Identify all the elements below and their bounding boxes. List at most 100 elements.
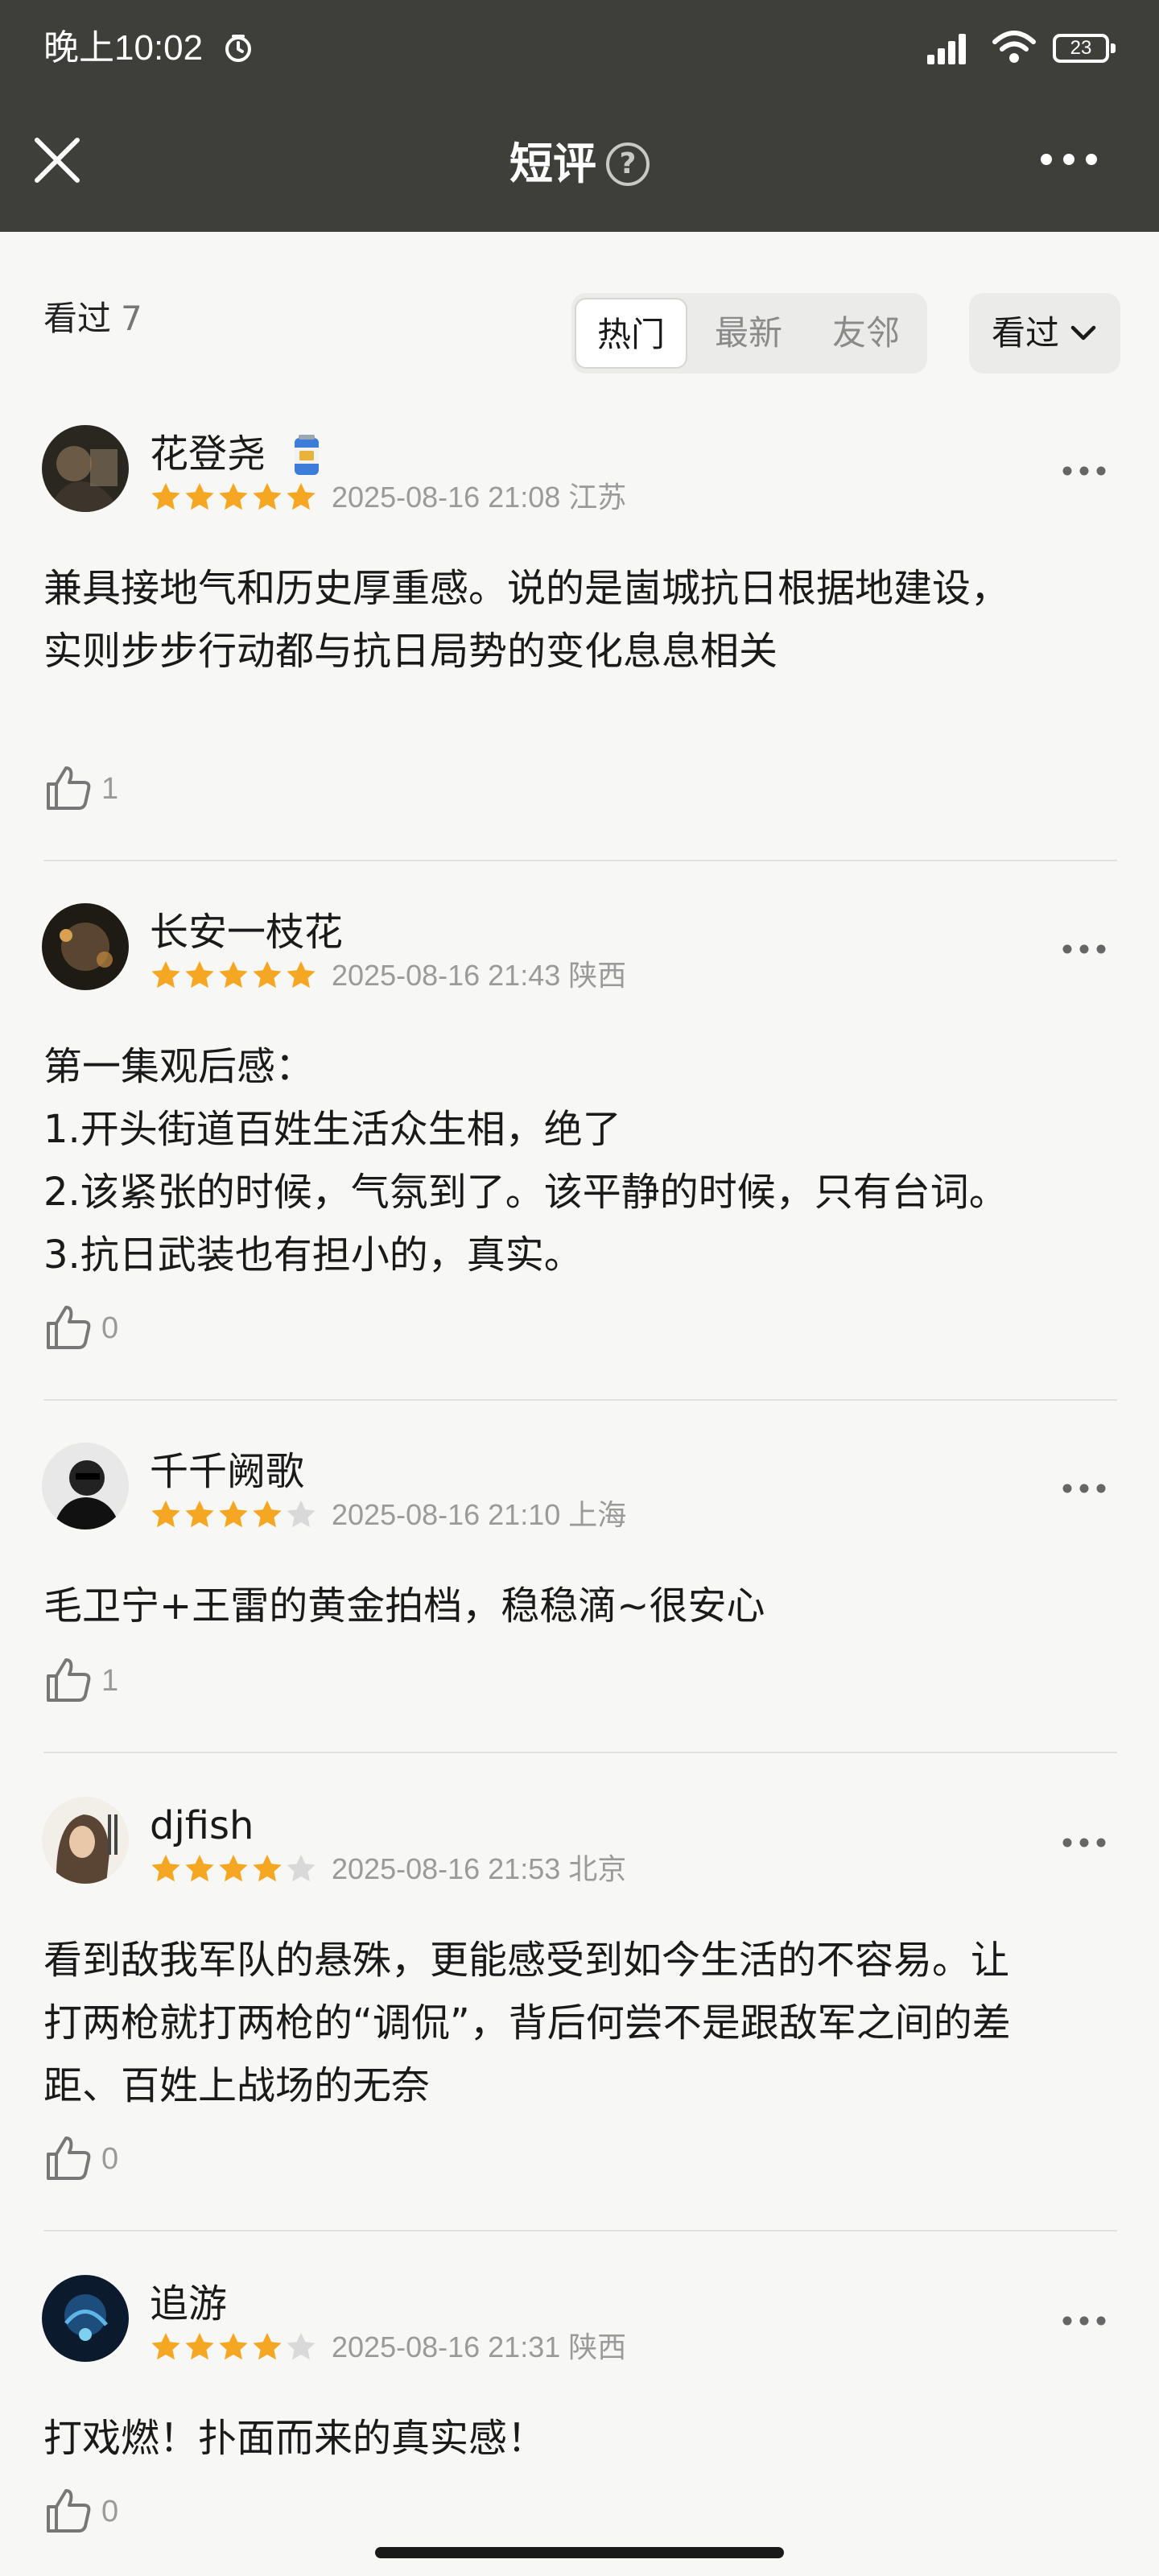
avatar[interactable] (42, 903, 129, 990)
status-time: 晚上10:02 (43, 28, 204, 68)
seen-label-text: 看过 (43, 299, 112, 338)
user-name[interactable]: djfish (150, 1802, 254, 1850)
star-filled-icon (185, 961, 214, 989)
star-filled-icon (287, 961, 316, 989)
like-count: 0 (101, 1311, 119, 1345)
wifi-icon (992, 31, 1036, 63)
review-meta: 2025-08-16 21:53 北京 (332, 1852, 626, 1887)
review-meta: 2025-08-16 21:08 江苏 (332, 480, 626, 515)
review-item: 长安一枝花 2025-08-16 21:43 陕西 第一集观后感： 1.开头街道… (0, 903, 1159, 1401)
star-filled-icon (219, 1855, 248, 1882)
review-text-line: 第一集观后感： (43, 1044, 315, 1089)
like-button[interactable]: 0 (43, 2133, 148, 2182)
review-text-line: 看到敌我军队的悬殊，更能感受到如今生活的不容易。让 (43, 1938, 1010, 1983)
rating-stars (150, 481, 319, 514)
like-count: 1 (101, 1664, 119, 1698)
review-text: 打戏燃！扑面而来的真实感！ (43, 2407, 1122, 2470)
review-item: djfish 2025-08-16 21:53 北京 看到敌我军队的悬殊，更能感… (0, 1797, 1159, 2223)
user-name[interactable]: 花登尧 (150, 430, 321, 478)
star-empty-icon (287, 1501, 316, 1528)
review-location: 陕西 (568, 2330, 627, 2363)
divider (43, 1399, 1117, 1401)
avatar[interactable] (42, 1443, 129, 1530)
star-filled-icon (151, 2333, 180, 2360)
review-text: 第一集观后感： 1.开头街道百姓生活众生相，绝了 2.该紧张的时候，气氛到了。该… (43, 1035, 1122, 1286)
divider (43, 1752, 1117, 1753)
seen-count: 7 (121, 299, 142, 338)
status-filter-label: 看过 (992, 313, 1060, 353)
status-filter-dropdown[interactable]: 看过 (969, 293, 1120, 374)
tab-friends[interactable]: 友邻 (810, 298, 922, 369)
star-filled-icon (253, 1855, 282, 1882)
review-text-line: 打戏燃！扑面而来的真实感！ (43, 2416, 547, 2461)
review-time: 2025-08-16 21:31 (332, 2330, 561, 2363)
more-options-button[interactable] (1061, 464, 1107, 478)
battery-icon: 23 (1053, 34, 1116, 63)
review-text-line: 毛卫宁+王雷的黄金拍档，稳稳滴~很安心 (43, 1583, 765, 1629)
review-item: 追游 2025-08-16 21:31 陕西 打戏燃！扑面而来的真实感！ 0 (0, 2275, 1159, 2533)
review-item: 千千阙歌 2025-08-16 21:10 上海 毛卫宁+王雷的黄金拍档，稳稳滴… (0, 1443, 1159, 1748)
star-filled-icon (287, 483, 316, 510)
like-button[interactable]: 1 (43, 1655, 148, 1703)
like-button[interactable]: 1 (43, 763, 148, 811)
help-icon[interactable]: ? (606, 142, 650, 187)
home-indicator[interactable] (375, 2547, 784, 2558)
review-text-line: 打两枪就打两枪的“调侃”，背后何尝不是跟敌军之间的差 (43, 2000, 1011, 2046)
star-filled-icon (151, 1501, 180, 1528)
review-location: 江苏 (568, 481, 627, 514)
rating-stars (150, 1853, 319, 1885)
star-filled-icon (151, 483, 180, 510)
rating-stars (150, 960, 319, 992)
review-text-line: 实则步步行动都与抗日局势的变化息息相关 (43, 629, 778, 674)
more-options-button[interactable] (1061, 942, 1107, 956)
like-button[interactable]: 0 (43, 2486, 148, 2534)
star-filled-icon (253, 1501, 282, 1528)
review-text: 看到敌我军队的悬殊，更能感受到如今生活的不容易。让 打两枪就打两枪的“调侃”，背… (43, 1929, 1122, 2117)
user-name[interactable]: 千千阙歌 (150, 1447, 304, 1496)
tab-latest[interactable]: 最新 (692, 298, 805, 369)
like-count: 0 (101, 2142, 119, 2176)
review-meta: 2025-08-16 21:10 上海 (332, 1497, 626, 1533)
user-name[interactable]: 长安一枝花 (150, 908, 343, 956)
star-filled-icon (219, 961, 248, 989)
thumbs-up-icon (47, 766, 91, 810)
review-text: 兼具接地气和历史厚重感。说的是崮城抗日根据地建设， 实则步步行动都与抗日局势的变… (43, 557, 1122, 683)
more-options-button[interactable] (1061, 2314, 1107, 2328)
status-bar: 晚上10:02 23 (0, 0, 1159, 100)
avatar[interactable] (42, 2275, 129, 2362)
alarm-clock-icon (225, 35, 251, 62)
rating-stars (150, 2331, 319, 2363)
review-text-line: 3.抗日武装也有担小的，真实。 (43, 1232, 583, 1278)
like-count: 0 (101, 2495, 119, 2529)
star-filled-icon (219, 2333, 248, 2360)
divider (43, 2230, 1117, 2231)
chevron-down-icon (1070, 325, 1096, 341)
user-name-text: 花登尧 (150, 431, 266, 477)
star-filled-icon (151, 961, 180, 989)
review-meta: 2025-08-16 21:31 陕西 (332, 2330, 626, 2365)
avatar[interactable] (42, 1797, 129, 1884)
user-name[interactable]: 追游 (150, 2280, 227, 2328)
review-text-line: 2.该紧张的时候，气氛到了。该平静的时候，只有台词。 (43, 1170, 1008, 1215)
more-options-button[interactable] (1061, 1481, 1107, 1496)
review-item: 花登尧 2025-08-16 21:08 江苏 兼具接地气和历史厚重感。说的是崮… (0, 425, 1159, 860)
tab-hot[interactable]: 热门 (575, 298, 687, 369)
review-text-line: 兼具接地气和历史厚重感。说的是崮城抗日根据地建设， (43, 566, 1010, 611)
star-filled-icon (253, 483, 282, 510)
star-empty-icon (287, 2333, 316, 2360)
star-filled-icon (253, 2333, 282, 2360)
like-button[interactable]: 0 (43, 1302, 148, 1351)
star-empty-icon (287, 1855, 316, 1882)
thumbs-up-icon (47, 2136, 91, 2180)
review-meta: 2025-08-16 21:43 陕西 (332, 958, 626, 993)
filter-bar: 看过 7 热门 最新 友邻 看过 (0, 232, 1159, 385)
star-filled-icon (185, 1855, 214, 1882)
review-location: 上海 (568, 1498, 627, 1531)
thumbs-up-icon (47, 1658, 91, 1702)
review-text: 毛卫宁+王雷的黄金拍档，稳稳滴~很安心 (43, 1575, 1122, 1637)
avatar[interactable] (42, 425, 129, 512)
review-text-line: 1.开头街道百姓生活众生相，绝了 (43, 1107, 621, 1152)
star-filled-icon (185, 1501, 214, 1528)
more-options-button[interactable] (1061, 1835, 1107, 1850)
more-options-button[interactable] (1038, 150, 1099, 169)
